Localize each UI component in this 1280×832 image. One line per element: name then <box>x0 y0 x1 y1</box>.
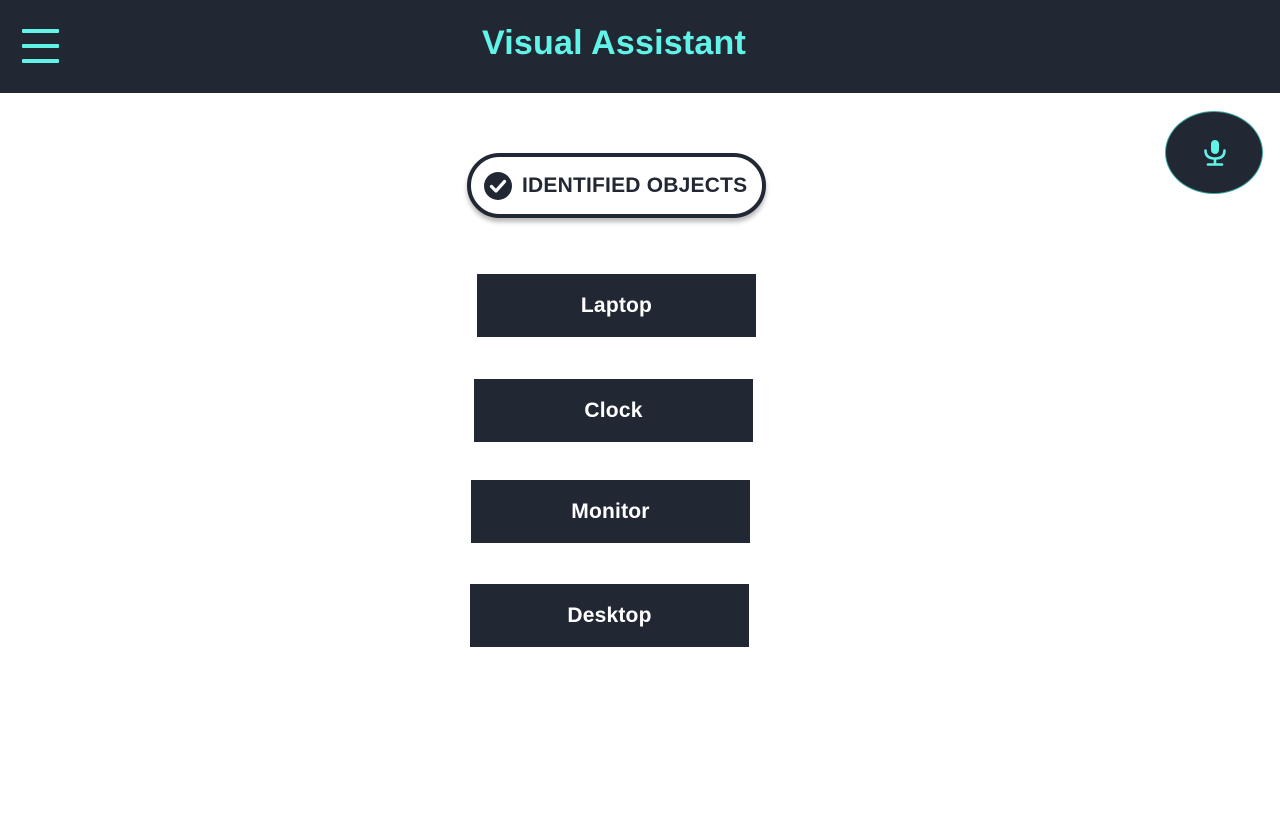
object-button-monitor[interactable]: Monitor <box>471 480 750 543</box>
object-button-clock[interactable]: Clock <box>474 379 753 442</box>
identified-objects-badge: IDENTIFIED OBJECTS <box>467 153 766 218</box>
app-title: Visual Assistant <box>482 24 746 62</box>
check-circle-icon <box>484 172 512 200</box>
top-bar: Visual Assistant <box>0 0 1280 93</box>
microphone-icon <box>1204 140 1226 166</box>
microphone-button[interactable] <box>1165 111 1263 194</box>
object-button-desktop[interactable]: Desktop <box>470 584 749 647</box>
identified-objects-label: IDENTIFIED OBJECTS <box>522 174 748 197</box>
object-button-laptop[interactable]: Laptop <box>477 274 756 337</box>
